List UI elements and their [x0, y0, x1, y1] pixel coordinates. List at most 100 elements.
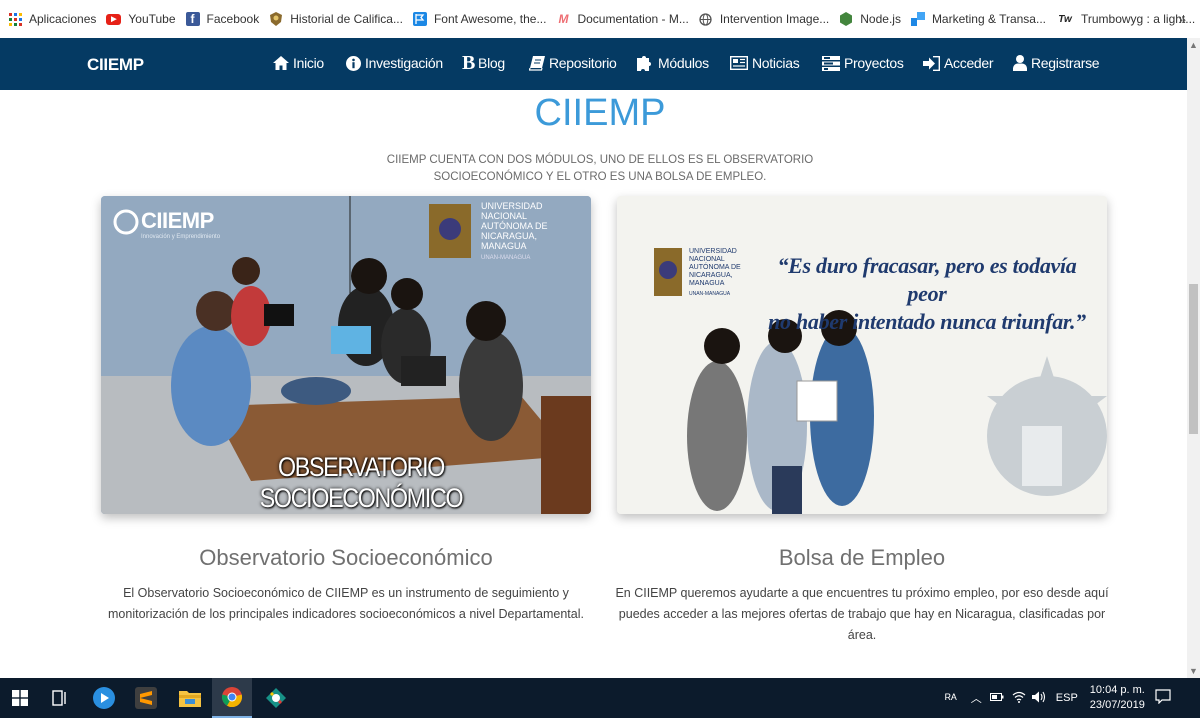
- flag-icon: [412, 12, 427, 26]
- nav-item-proyectos[interactable]: Proyectos: [822, 55, 904, 71]
- observatorio-image[interactable]: CIIEMP Innovación y Emprendimiento UNIVE…: [101, 196, 591, 514]
- nav-item-modulos[interactable]: Módulos: [637, 55, 709, 71]
- bookmarks-more-button[interactable]: »: [1178, 11, 1186, 27]
- bookmark-documentation[interactable]: M Documentation - M...: [556, 12, 688, 26]
- bookmark-label: Marketing & Transa...: [931, 12, 1046, 26]
- bookmark-label: YouTube: [128, 12, 176, 26]
- file-explorer-icon[interactable]: [170, 678, 210, 718]
- nav-item-label: Repositorio: [549, 55, 617, 71]
- nav-item-noticias[interactable]: Noticias: [730, 55, 800, 71]
- observatorio-description: El Observatorio Socioeconómico de CIIEMP…: [108, 586, 584, 621]
- bookmark-trumbowyg[interactable]: Tw Trumbowyg : a light...: [1056, 12, 1195, 26]
- observatorio-title[interactable]: Observatorio Socioeconómico: [101, 545, 591, 571]
- gitkraken-icon[interactable]: [256, 678, 296, 718]
- nav-item-blog[interactable]: B Blog: [462, 52, 505, 74]
- nav-item-investigacion[interactable]: Investigación: [346, 55, 443, 71]
- chrome-icon[interactable]: [212, 678, 252, 718]
- nav-item-repositorio[interactable]: Repositorio: [529, 55, 617, 71]
- nav-item-label: Noticias: [752, 55, 800, 71]
- clock[interactable]: 10:04 p. m. 23/07/2019: [1090, 683, 1145, 713]
- quote-text: “Es duro fracasar, pero es todavía peor …: [757, 252, 1097, 336]
- bookmark-facebook[interactable]: f Facebook: [185, 12, 260, 26]
- ciiemp-logo-subtext: Innovación y Emprendimiento: [141, 234, 221, 240]
- facebook-icon: f: [185, 12, 200, 26]
- page-title: CIIEMP: [534, 92, 666, 134]
- unan-label: UNIVERSIDAD NACIONAL AUTÓNOMA DE NICARAG…: [481, 201, 548, 263]
- bolsa-empleo-title[interactable]: Bolsa de Empleo: [617, 545, 1107, 571]
- media-player-icon[interactable]: [84, 678, 124, 718]
- nav-item-label: Blog: [478, 55, 505, 71]
- bookmark-label: Intervention Image...: [719, 12, 830, 26]
- chevron-up-icon[interactable]: ︿: [971, 690, 982, 706]
- bookmark-label: Font Awesome, the...: [433, 12, 547, 26]
- unan-subline: UNAN-MANAGUA: [689, 291, 731, 297]
- quote-line: “Es duro fracasar, pero es todavía peor: [777, 253, 1077, 306]
- scroll-up-arrow-icon[interactable]: ▲: [1189, 40, 1198, 50]
- nav-item-label: Registrarse: [1031, 55, 1100, 71]
- unan-line: NACIONAL: [689, 256, 725, 263]
- windows-taskbar: ᴿᴬ ︿ ESP 10:04 p. m. 23/07/2019: [0, 678, 1200, 718]
- language-indicator[interactable]: ESP: [1056, 692, 1078, 704]
- unan-subline: UNAN-MANAGUA: [481, 255, 531, 261]
- clock-date: 23/07/2019: [1089, 699, 1145, 711]
- scrollbar-thumb[interactable]: [1189, 284, 1198, 434]
- info-circle-icon: [346, 55, 361, 71]
- bookmarks-bar: Aplicaciones ▶ YouTube f Facebook Histor…: [0, 0, 1200, 39]
- university-seal-icon: [269, 12, 283, 26]
- bookmark-apps[interactable]: Aplicaciones: [8, 12, 96, 26]
- home-icon: [273, 56, 289, 70]
- bookmark-label: Facebook: [206, 12, 260, 26]
- bookmark-historial[interactable]: Historial de Califica...: [269, 12, 403, 26]
- bookmark-intervention[interactable]: Intervention Image...: [699, 12, 829, 26]
- newspaper-icon: [730, 56, 748, 70]
- nav-item-label: Inicio: [293, 55, 324, 71]
- quote-line: no haber intentado nunca triunfar.”: [768, 309, 1086, 334]
- apps-grid-icon: [8, 12, 22, 26]
- scroll-down-arrow-icon[interactable]: ▼: [1189, 666, 1198, 676]
- unan-label-2: UNIVERSIDAD NACIONAL AUTÓNOMA DE NICARAG…: [689, 248, 741, 298]
- youtube-icon: ▶: [106, 13, 122, 25]
- unan-line: NICARAGUA,: [481, 231, 538, 241]
- bolsa-empleo-description: En CIIEMP queremos ayudarte a que encuen…: [615, 586, 1109, 642]
- nav-item-registrarse[interactable]: Registrarse: [1013, 55, 1100, 71]
- unan-line: UNIVERSIDAD: [481, 201, 543, 211]
- user-icon: [1013, 55, 1027, 71]
- unan-line: NACIONAL: [481, 211, 528, 221]
- bookmark-marketing[interactable]: Marketing & Transa...: [910, 12, 1046, 26]
- bookmark-label: Documentation - M...: [577, 12, 689, 26]
- nav-item-label: Módulos: [658, 55, 709, 71]
- unan-line: UNIVERSIDAD: [689, 248, 737, 255]
- nav-item-label: Acceder: [944, 55, 994, 71]
- main-navbar: CIIEMP Inicio Investigación B Blog Repos…: [0, 38, 1187, 90]
- nodejs-icon: [839, 12, 853, 26]
- globe-icon: [699, 12, 713, 26]
- notifications-icon[interactable]: [1155, 689, 1171, 707]
- people-icon[interactable]: ᴿᴬ: [945, 691, 957, 706]
- unan-line: MANAGUA: [689, 280, 725, 287]
- materialize-icon: M: [558, 12, 569, 26]
- battery-icon[interactable]: [989, 692, 1004, 704]
- windows-start-icon[interactable]: [0, 678, 40, 718]
- nav-item-label: Proyectos: [844, 55, 904, 71]
- wifi-icon[interactable]: [1012, 691, 1026, 706]
- nav-item-acceder[interactable]: Acceder: [923, 55, 994, 71]
- bookmark-nodejs[interactable]: Node.js: [839, 12, 901, 26]
- bookmark-label: Historial de Califica...: [290, 12, 403, 26]
- bookmark-fontawesome[interactable]: Font Awesome, the...: [412, 12, 547, 26]
- bookmark-youtube[interactable]: ▶ YouTube: [106, 12, 176, 26]
- bolsa-empleo-image[interactable]: UNIVERSIDAD NACIONAL AUTÓNOMA DE NICARAG…: [617, 196, 1107, 514]
- volume-icon[interactable]: [1031, 691, 1046, 706]
- nav-item-inicio[interactable]: Inicio: [273, 55, 324, 71]
- observatorio-caption: OBSERVATORIO SOCIOECONÓMICO: [259, 452, 464, 513]
- tasks-icon: [822, 55, 840, 71]
- bookmark-label: Node.js: [860, 12, 901, 26]
- trumbowyg-icon: Tw: [1058, 13, 1072, 25]
- nav-brand[interactable]: CIIEMP: [87, 55, 144, 75]
- bold-b-icon: B: [462, 52, 476, 74]
- sublime-text-icon[interactable]: [126, 678, 166, 718]
- unan-line: AUTÓNOMA DE: [481, 221, 548, 231]
- system-tray: ᴿᴬ ︿ ESP 10:04 p. m. 23/07/2019: [945, 678, 1171, 718]
- book-icon: [529, 55, 545, 71]
- puzzle-icon: [637, 56, 651, 71]
- task-view-icon[interactable]: [40, 678, 80, 718]
